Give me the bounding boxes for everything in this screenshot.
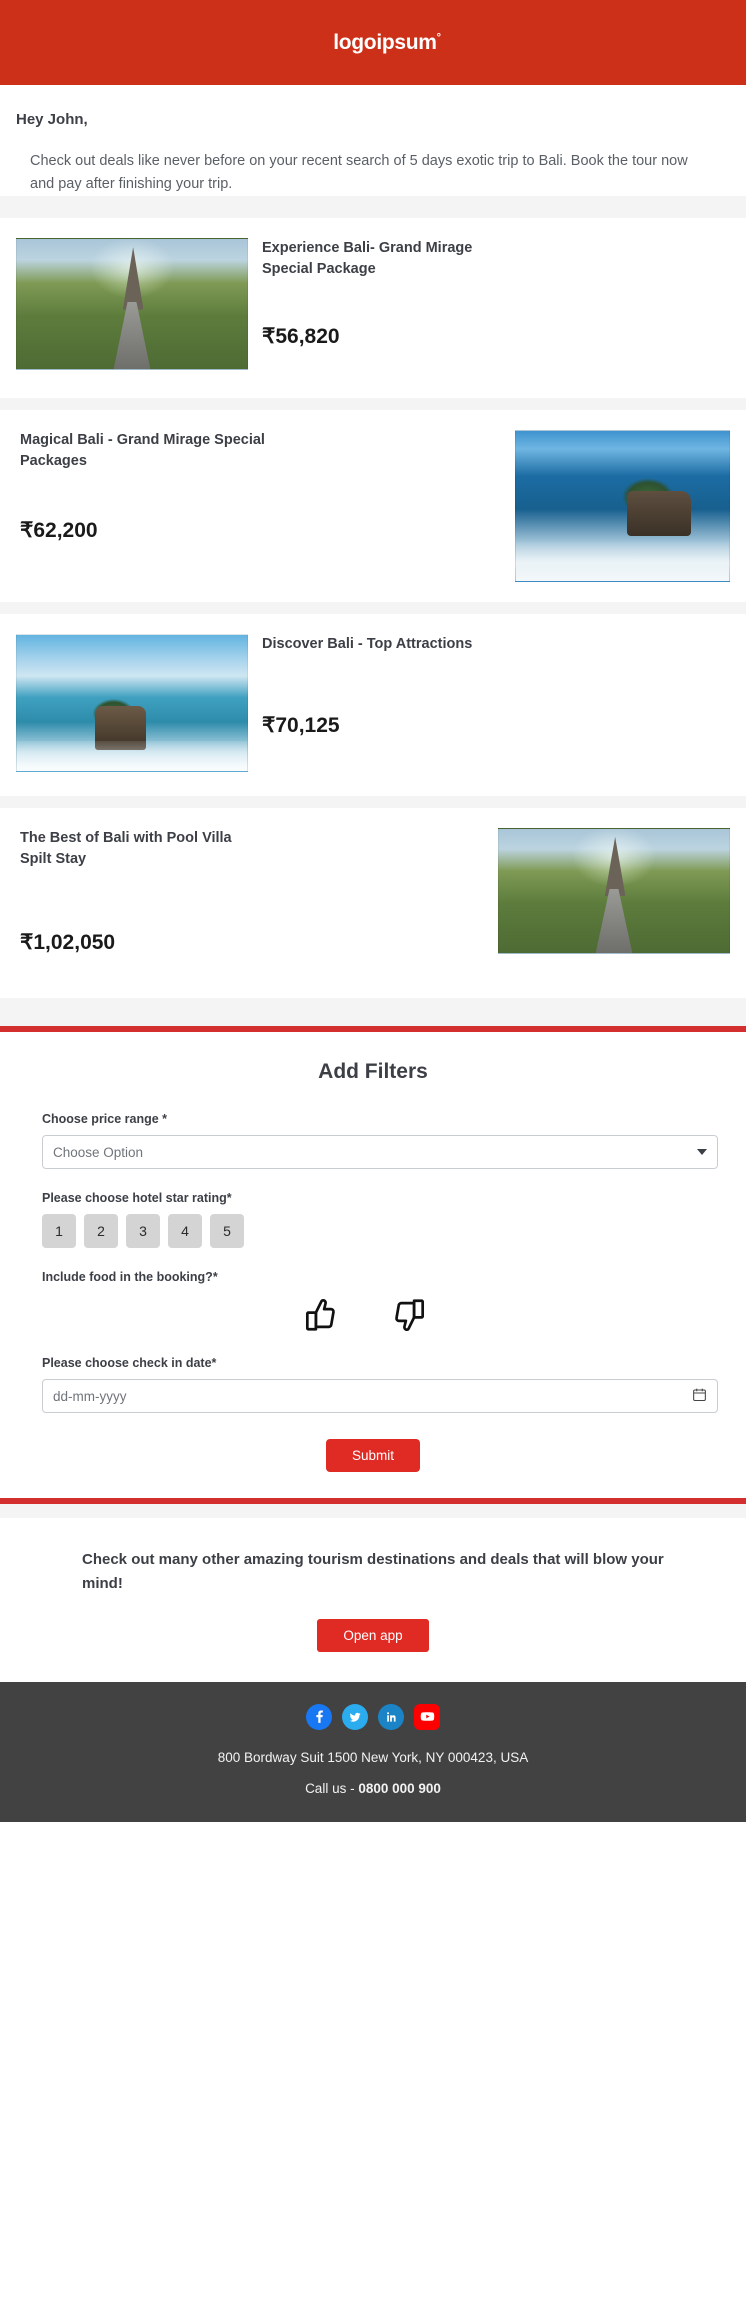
check-in-date-field: Please choose check in date* dd-mm-yyyy: [0, 1356, 746, 1413]
deal-image: [498, 828, 730, 954]
price-range-select[interactable]: Choose Option: [42, 1135, 718, 1169]
brand-logo: logoipsum°: [305, 29, 441, 56]
deal-card[interactable]: Experience Bali- Grand Mirage Special Pa…: [0, 218, 746, 398]
logo-wordmark: logoipsum°: [333, 31, 441, 55]
greeting-section: Hey John, Check out deals like never bef…: [0, 85, 746, 196]
youtube-icon[interactable]: [414, 1704, 440, 1730]
chevron-down-icon: [697, 1149, 707, 1155]
section-divider: [0, 796, 746, 808]
deal-image: [16, 634, 248, 772]
footer-call-number: 0800 000 900: [358, 1781, 441, 1796]
cta-section: Check out many other amazing tourism des…: [0, 1518, 746, 1682]
spacer: [0, 1248, 746, 1270]
deal-title: Experience Bali- Grand Mirage Special Pa…: [262, 238, 502, 280]
star-rating-field: Please choose hotel star rating* 1 2 3 4…: [0, 1191, 746, 1248]
spacer: [0, 1169, 746, 1191]
star-rating-option-3[interactable]: 3: [126, 1214, 160, 1248]
section-divider: [0, 196, 746, 218]
deal-title: Magical Bali - Grand Mirage Special Pack…: [20, 430, 265, 472]
footer-call-prefix: Call us -: [305, 1781, 358, 1796]
check-in-date-label: Please choose check in date*: [42, 1356, 718, 1370]
logo-text: logoipsum: [333, 31, 436, 54]
filters-section: Add Filters Choose price range * Choose …: [0, 1032, 746, 1498]
facebook-icon[interactable]: [306, 1704, 332, 1730]
thumbs-up-icon[interactable]: [301, 1296, 339, 1334]
linkedin-icon[interactable]: [378, 1704, 404, 1730]
spacer: [0, 1334, 746, 1356]
deal-card[interactable]: Magical Bali - Grand Mirage Special Pack…: [0, 410, 746, 602]
email-footer: 800 Bordway Suit 1500 New York, NY 00042…: [0, 1682, 746, 1822]
star-rating-option-5[interactable]: 5: [210, 1214, 244, 1248]
section-divider: [0, 998, 746, 1026]
deal-card[interactable]: Discover Bali - Top Attractions ₹70,125: [0, 614, 746, 796]
submit-button[interactable]: Submit: [326, 1439, 420, 1472]
star-rating-options: 1 2 3 4 5: [42, 1214, 718, 1248]
star-rating-label: Please choose hotel star rating*: [42, 1191, 718, 1205]
star-rating-option-4[interactable]: 4: [168, 1214, 202, 1248]
check-in-date-placeholder: dd-mm-yyyy: [53, 1389, 127, 1404]
star-rating-option-2[interactable]: 2: [84, 1214, 118, 1248]
cta-button-row: Open app: [0, 1619, 746, 1652]
deal-price: ₹62,200: [20, 518, 501, 543]
deal-price: ₹70,125: [262, 713, 716, 738]
cta-text: Check out many other amazing tourism des…: [0, 1548, 746, 1595]
greeting-intro-text: Check out deals like never before on you…: [0, 128, 746, 196]
footer-address: 800 Bordway Suit 1500 New York, NY 00042…: [0, 1750, 746, 1765]
filters-title: Add Filters: [0, 1060, 746, 1112]
greeting-salutation: Hey John,: [0, 111, 746, 128]
food-options: [42, 1296, 718, 1334]
price-range-label: Choose price range *: [42, 1112, 718, 1126]
price-range-selected-value: Choose Option: [53, 1145, 143, 1160]
social-links: [0, 1704, 746, 1730]
footer-call: Call us - 0800 000 900: [0, 1781, 746, 1796]
price-range-field: Choose price range * Choose Option: [0, 1112, 746, 1169]
food-label: Include food in the booking?*: [42, 1270, 718, 1284]
deal-image: [16, 238, 248, 370]
deal-title: The Best of Bali with Pool Villa Spilt S…: [20, 828, 260, 870]
deal-price: ₹56,820: [262, 324, 716, 349]
deal-card[interactable]: The Best of Bali with Pool Villa Spilt S…: [0, 808, 746, 998]
food-field: Include food in the booking?*: [0, 1270, 746, 1334]
deal-image: [515, 430, 730, 582]
email-header: logoipsum°: [0, 0, 746, 85]
logo-superscript: °: [437, 32, 441, 44]
open-app-button[interactable]: Open app: [317, 1619, 428, 1652]
deal-title: Discover Bali - Top Attractions: [262, 634, 512, 655]
check-in-date-input[interactable]: dd-mm-yyyy: [42, 1379, 718, 1413]
deal-price: ₹1,02,050: [20, 930, 484, 955]
section-divider: [0, 398, 746, 410]
twitter-icon[interactable]: [342, 1704, 368, 1730]
section-divider: [0, 1504, 746, 1518]
logo-mark-icon: [305, 29, 324, 56]
star-rating-option-1[interactable]: 1: [42, 1214, 76, 1248]
thumbs-down-icon[interactable]: [391, 1296, 429, 1334]
submit-row: Submit: [0, 1439, 746, 1472]
section-divider: [0, 602, 746, 614]
calendar-icon[interactable]: [692, 1387, 707, 1405]
